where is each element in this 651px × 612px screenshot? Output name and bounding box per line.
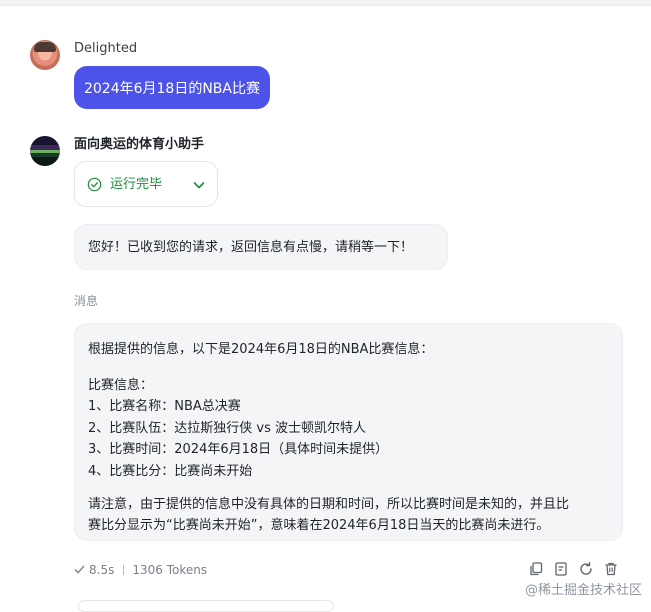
user-name: Delighted — [74, 41, 138, 56]
top-divider — [0, 0, 651, 6]
message-actions — [528, 561, 619, 577]
run-status-label: 运行完毕 — [110, 177, 163, 192]
meta-divider — [123, 564, 125, 575]
copy-icon[interactable] — [528, 561, 544, 577]
next-message-card — [78, 600, 334, 612]
message-note-line: 赛比分显示为“比赛尚未开始”，意味着在2024年6月18日当天的比赛尚未进行。 — [88, 518, 550, 534]
list-item: 2、比赛队伍：达拉斯独行侠 vs 波士顿凯尔特人 — [88, 420, 367, 436]
message-card: 根据提供的信息，以下是2024年6月18日的NBA比赛信息： 比赛信息： 1、比… — [74, 323, 623, 541]
message-heading: 比赛信息： — [88, 377, 154, 393]
user-avatar[interactable] — [30, 40, 60, 70]
message-section-label: 消息 — [74, 294, 99, 308]
check-circle-icon — [87, 177, 102, 192]
chevron-down-icon[interactable] — [193, 179, 205, 191]
response-meta: 8.5s 1306 Tokens — [74, 561, 207, 578]
note-icon[interactable] — [553, 561, 569, 577]
message-note-line: 请注意，由于提供的信息中没有具体的日期和时间，所以比赛时间是未知的，并且比 — [88, 496, 570, 512]
list-item: 4、比赛比分：比赛尚未开始 — [88, 463, 253, 479]
response-duration: 8.5s — [89, 562, 115, 577]
user-message-bubble: 2024年6月18日的NBA比赛 — [74, 66, 270, 109]
message-intro: 根据提供的信息，以下是2024年6月18日的NBA比赛信息： — [88, 342, 434, 357]
watermark: @稀土掘金技术社区 — [525, 583, 643, 598]
list-item: 1、比赛名称：NBA总决赛 — [88, 399, 241, 415]
bot-reply-bubble: 您好！已收到您的请求，返回信息有点慢，请稍等一下！ — [74, 224, 448, 270]
token-count: 1306 Tokens — [132, 562, 208, 577]
bot-avatar[interactable] — [30, 136, 60, 166]
check-icon — [74, 565, 85, 574]
trash-icon[interactable] — [603, 561, 619, 577]
run-status-toggle[interactable]: 运行完毕 — [74, 161, 218, 207]
refresh-icon[interactable] — [578, 561, 594, 577]
bot-name: 面向奥运的体育小助手 — [74, 137, 205, 152]
list-item: 3、比赛时间：2024年6月18日（具体时间未提供） — [88, 442, 389, 458]
